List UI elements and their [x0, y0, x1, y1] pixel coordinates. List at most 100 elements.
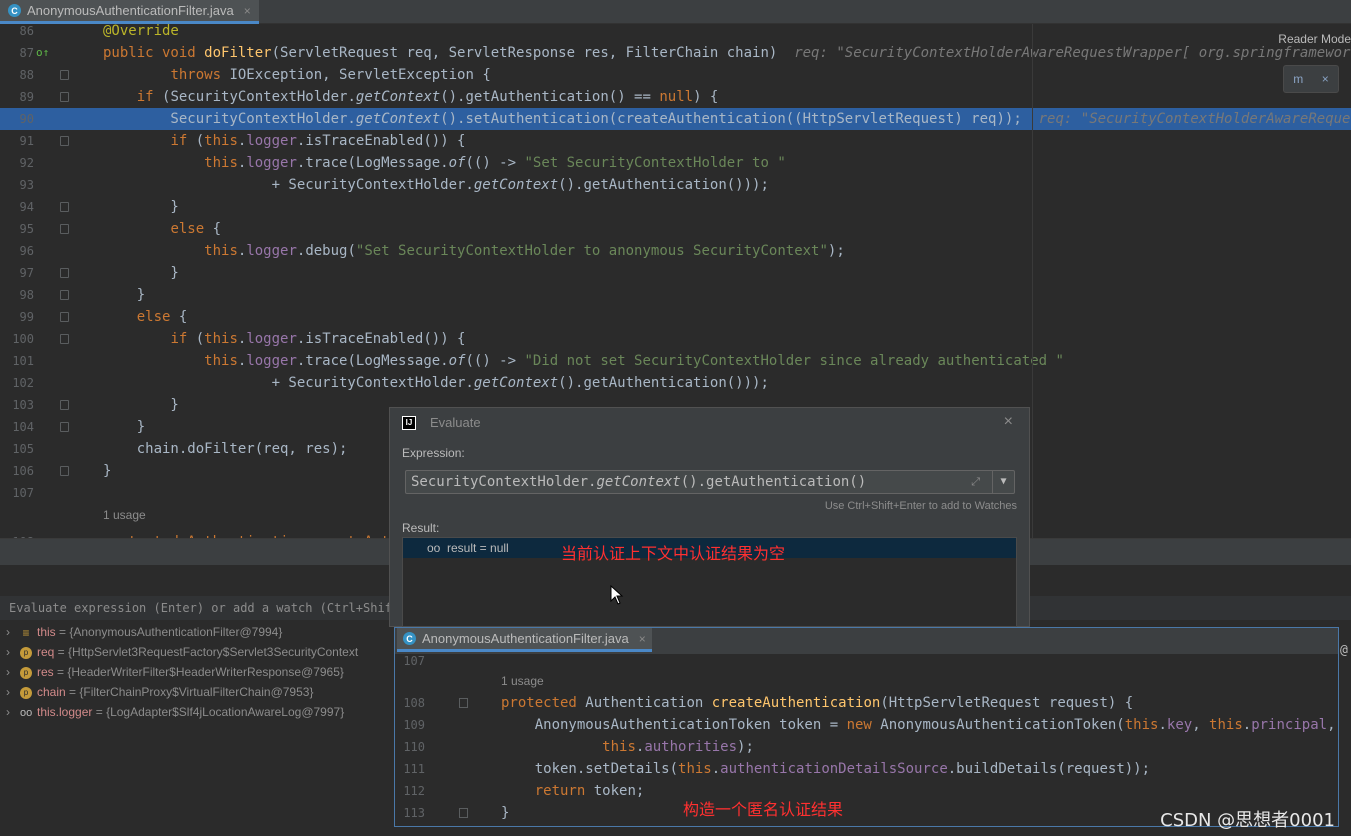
code-text: SecurityContextHolder.getContext().setAu… [103, 108, 1351, 130]
line-number[interactable]: 101 [0, 350, 34, 372]
code-line[interactable]: 88 throws IOException, ServletException … [0, 64, 1351, 86]
fold-marker-icon[interactable] [60, 400, 69, 410]
code-text: protected Authentication createAuthentic… [501, 692, 1133, 714]
fold-marker-icon[interactable] [459, 808, 468, 818]
fold-marker-icon[interactable] [60, 202, 69, 212]
code-text: else { [103, 306, 188, 328]
line-number[interactable]: 103 [0, 394, 34, 416]
fold-marker-icon[interactable] [60, 290, 69, 300]
chevron-down-icon[interactable]: ▼ [992, 471, 1014, 493]
fold-marker-icon[interactable] [60, 422, 69, 432]
line-number[interactable]: 105 [0, 438, 34, 460]
expand-arrow-icon[interactable]: › [6, 702, 20, 722]
line-number[interactable]: 104 [0, 416, 34, 438]
line-number[interactable]: 97 [0, 262, 34, 284]
fold-marker-icon[interactable] [60, 224, 69, 234]
expand-arrow-icon[interactable]: › [6, 682, 20, 702]
watch-glasses-icon: oo [427, 541, 441, 555]
code-line[interactable]: 90 SecurityContextHolder.getContext().se… [0, 108, 1351, 130]
line-number[interactable]: 86 [0, 24, 34, 42]
code-line[interactable]: 100 if (this.logger.isTraceEnabled()) { [0, 328, 1351, 350]
reader-mode-button[interactable]: Reader Mode [1278, 32, 1351, 46]
code-line[interactable]: 102 + SecurityContextHolder.getContext()… [0, 372, 1351, 394]
code-token: getContext [355, 89, 441, 105]
code-token: } [103, 287, 146, 303]
line-number[interactable]: 100 [0, 328, 34, 350]
code-line[interactable]: 87 o↑ public void doFilter(ServletRequest … [0, 42, 1351, 64]
tab-close-icon[interactable]: × [639, 632, 646, 646]
fold-marker-icon[interactable] [459, 698, 468, 708]
code-line[interactable]: 86 @Override [0, 24, 1351, 42]
expand-arrow-icon[interactable]: › [6, 622, 20, 642]
code-token: . [711, 761, 721, 777]
fold-marker-icon[interactable] [60, 334, 69, 344]
code-line[interactable]: 94 } [0, 196, 1351, 218]
code-line[interactable]: 92 this.logger.trace(LogMessage.of(() ->… [0, 152, 1351, 174]
right-margin-guide [1032, 24, 1033, 538]
code-text: throws IOException, ServletException { [103, 64, 490, 86]
expression-text: SecurityContextHolder.getContext().getAu… [411, 474, 867, 490]
usage-hint[interactable]: 1 usage [103, 508, 146, 522]
preview-tab[interactable]: C AnonymousAuthenticationFilter.java × [397, 628, 652, 652]
code-line[interactable]: 97 } [0, 262, 1351, 284]
fold-marker-icon[interactable] [60, 70, 69, 80]
line-number[interactable]: 102 [0, 372, 34, 394]
line-number[interactable]: 99 [0, 306, 34, 328]
code-text: + SecurityContextHolder.getContext().get… [103, 372, 769, 394]
maven-icon[interactable]: m [1293, 72, 1303, 86]
variable-row[interactable]: › ≡ this = {AnonymousAuthenticationFilter@… [6, 622, 282, 642]
code-line[interactable]: 99 else { [0, 306, 1351, 328]
code-text: AnonymousAuthenticationToken token = new… [501, 714, 1336, 736]
fold-marker-icon[interactable] [60, 268, 69, 278]
usage-hint[interactable]: 1 usage [501, 674, 544, 688]
code-token: . [1242, 717, 1252, 733]
line-number[interactable]: 107 [0, 482, 34, 504]
variable-row[interactable]: › p res = {HeaderWriterFilter$HeaderWriter… [6, 662, 344, 682]
code-line[interactable]: 96 this.logger.debug("Set SecurityContex… [0, 240, 1351, 262]
expand-icon[interactable]: ⤢ [971, 471, 980, 493]
code-line[interactable]: 101 this.logger.trace(LogMessage.of(() -… [0, 350, 1351, 372]
tab-close-icon[interactable]: × [244, 4, 251, 18]
code-text: } [103, 460, 111, 482]
variable-row[interactable]: › p req = {HttpServlet3RequestFactory$Serv… [6, 642, 358, 662]
line-number: 108 [0, 531, 34, 538]
maven-close-icon[interactable]: × [1322, 72, 1329, 86]
line-number[interactable]: 95 [0, 218, 34, 240]
code-text: + SecurityContextHolder.getContext().get… [103, 174, 769, 196]
line-number: 110 [403, 740, 425, 754]
line-number[interactable]: 96 [0, 240, 34, 262]
fold-marker-icon[interactable] [60, 312, 69, 322]
expand-arrow-icon[interactable]: › [6, 642, 20, 662]
fold-marker-icon[interactable] [60, 466, 69, 476]
code-token: logger [246, 133, 297, 149]
line-number[interactable]: 93 [0, 174, 34, 196]
code-line[interactable]: 93 + SecurityContextHolder.getContext().… [0, 174, 1351, 196]
line-number[interactable]: 88 [0, 64, 34, 86]
line-number[interactable]: 91 [0, 130, 34, 152]
code-line[interactable]: 95 else { [0, 218, 1351, 240]
code-line[interactable]: 91 if (this.logger.isTraceEnabled()) { [0, 130, 1351, 152]
expand-arrow-icon[interactable]: › [6, 662, 20, 682]
code-token: .trace(LogMessage. [296, 155, 449, 171]
code-token: "Set SecurityContextHolder to " [524, 155, 786, 171]
fold-marker-icon[interactable] [60, 136, 69, 146]
line-number[interactable]: 94 [0, 196, 34, 218]
line-number[interactable]: 98 [0, 284, 34, 306]
code-token: authorities [644, 739, 738, 755]
fold-marker-icon[interactable] [60, 92, 69, 102]
tab-anonymous-authentication-filter[interactable]: C AnonymousAuthenticationFilter.java × [0, 0, 259, 24]
code-token: ) { [693, 89, 719, 105]
line-number[interactable]: 106 [0, 460, 34, 482]
line-number[interactable]: 92 [0, 152, 34, 174]
code-token: (HttpServletRequest request) { [880, 695, 1134, 711]
expression-input[interactable]: SecurityContextHolder.getContext().getAu… [405, 470, 1015, 494]
line-number[interactable]: 87 [0, 42, 34, 64]
code-line[interactable]: 98 } [0, 284, 1351, 306]
close-icon[interactable]: × [1004, 413, 1013, 431]
override-icon[interactable]: o↑ [36, 42, 49, 64]
variable-row[interactable]: › p chain = {FilterChainProxy$VirtualFilte… [6, 682, 313, 702]
line-number[interactable]: 90 [0, 108, 34, 130]
line-number[interactable]: 89 [0, 86, 34, 108]
variable-row[interactable]: › oo this.logger = {LogAdapter$Slf4jLocati… [6, 702, 344, 722]
code-line[interactable]: 89 if (SecurityContextHolder.getContext(… [0, 86, 1351, 108]
